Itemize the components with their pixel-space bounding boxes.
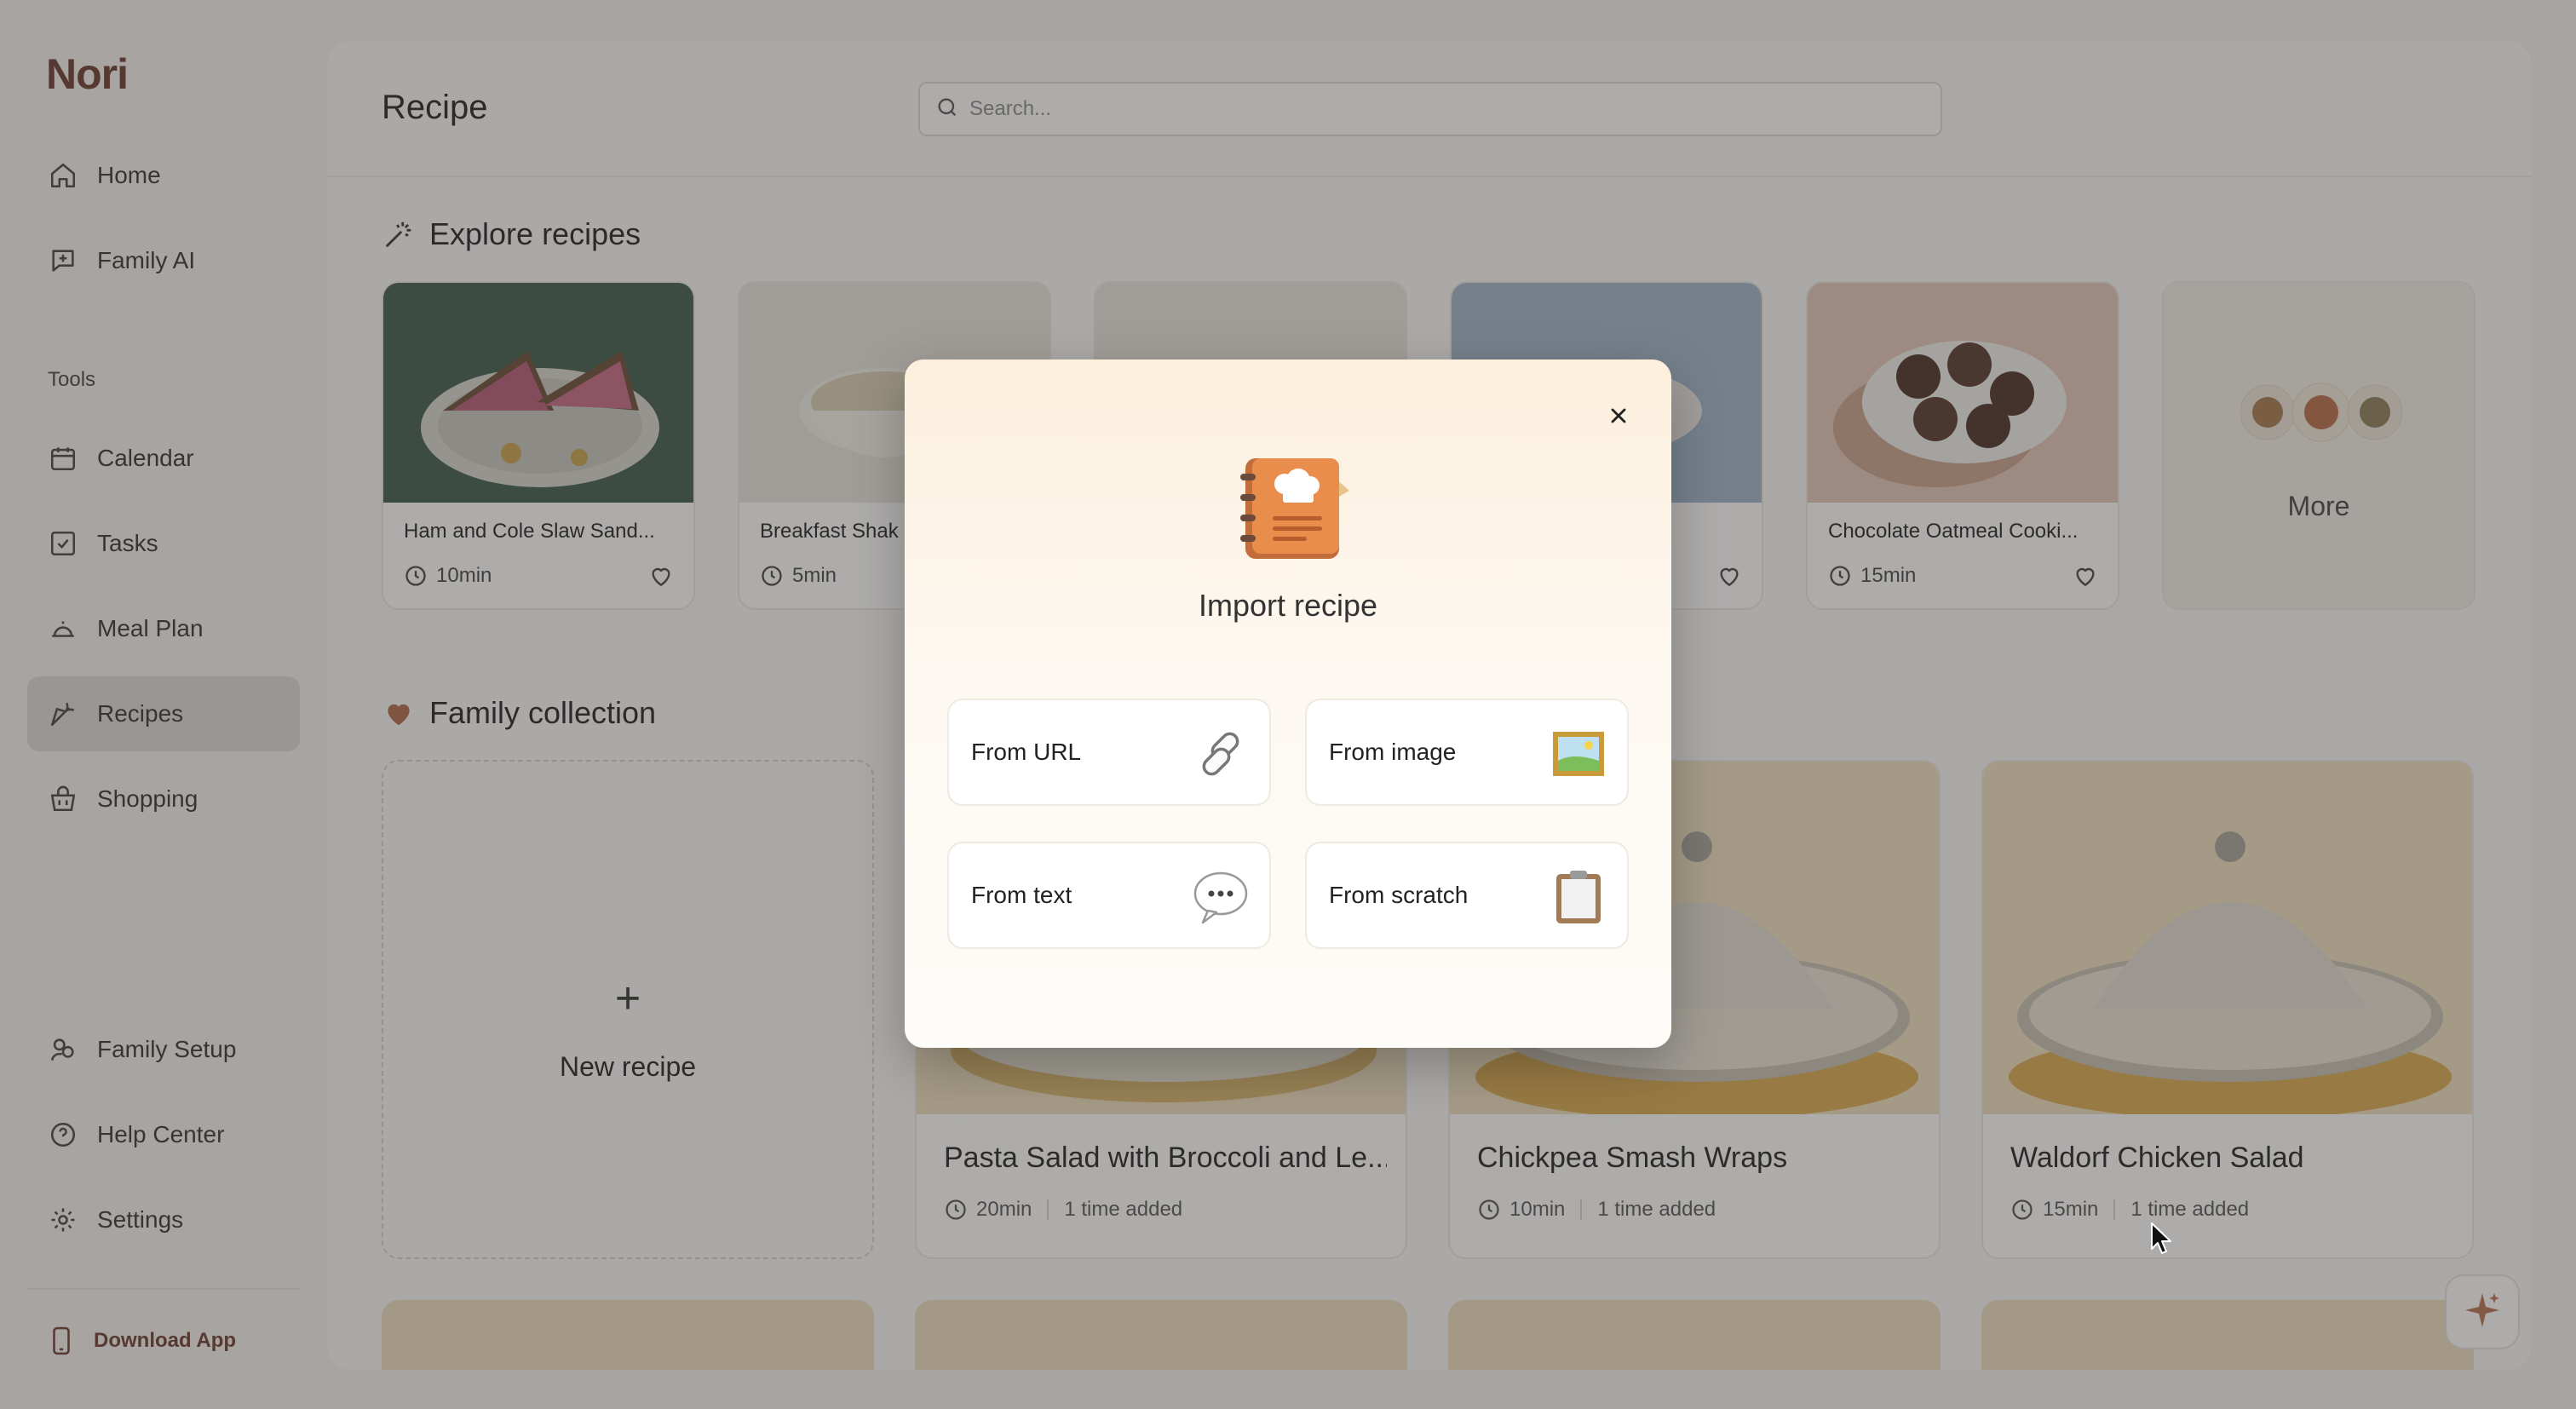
clipboard-icon: [1549, 867, 1608, 927]
recipe-book-icon: [1232, 453, 1351, 564]
option-label: From text: [971, 882, 1072, 908]
close-icon[interactable]: [1603, 400, 1634, 431]
picture-icon: [1549, 724, 1608, 784]
mouse-cursor: [2150, 1222, 2172, 1256]
from-url-button[interactable]: From URL: [947, 699, 1271, 806]
link-icon: [1191, 724, 1251, 784]
modal-title: Import recipe: [1198, 588, 1378, 623]
from-scratch-button[interactable]: From scratch: [1305, 842, 1629, 949]
option-label: From image: [1329, 739, 1457, 765]
option-label: From URL: [971, 739, 1082, 765]
from-text-button[interactable]: From text: [947, 842, 1271, 949]
import-recipe-modal: Import recipe From URL From image From t…: [905, 359, 1671, 1048]
option-label: From scratch: [1329, 882, 1469, 908]
from-image-button[interactable]: From image: [1305, 699, 1629, 806]
speech-bubble-icon: [1191, 867, 1251, 927]
